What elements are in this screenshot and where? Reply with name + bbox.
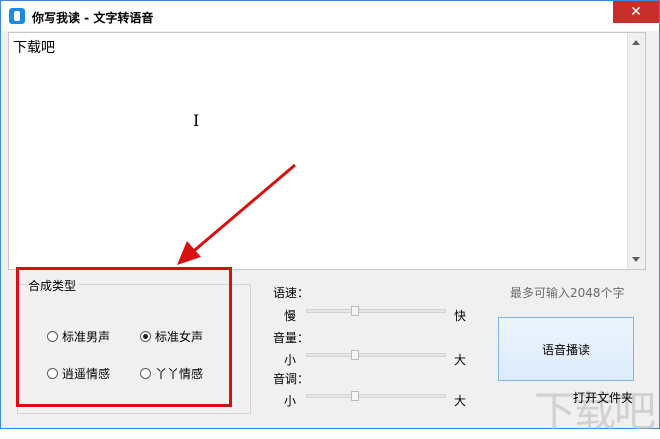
pitch-min-label: 小 (284, 394, 297, 408)
text-input-area[interactable]: 下载吧 I (8, 32, 646, 270)
pitch-label: 音调： (273, 372, 310, 386)
annotation-highlight-box (16, 267, 232, 407)
volume-min-label: 小 (284, 353, 297, 367)
volume-slider[interactable] (306, 353, 446, 357)
speed-slider-thumb[interactable] (351, 306, 359, 316)
text-cursor-icon: I (193, 111, 200, 130)
annotation-arrow-icon (177, 163, 296, 265)
volume-max-label: 大 (454, 353, 467, 367)
window-title: 你写我读 - 文字转语音 (32, 11, 154, 25)
scroll-down-icon[interactable] (632, 257, 640, 262)
app-window: 你写我读 - 文字转语音 ✕ 下载吧 I 合成类型 标准男声 标准女声 逍遥情感… (0, 0, 660, 436)
volume-label: 音量： (273, 331, 310, 345)
vertical-scrollbar[interactable] (627, 33, 645, 269)
pitch-slider[interactable] (306, 394, 446, 398)
speed-max-label: 快 (454, 309, 467, 323)
speed-label: 语速： (273, 286, 310, 300)
play-speech-button[interactable]: 语音播读 (498, 317, 634, 381)
speed-min-label: 慢 (284, 309, 297, 323)
pitch-slider-thumb[interactable] (351, 391, 359, 401)
scroll-up-icon[interactable] (632, 40, 640, 45)
open-folder-button[interactable]: 打开文件夹 (573, 389, 633, 406)
watermark-logo: 下载吧 (534, 387, 656, 436)
input-limit-text: 最多可输入2048个字 (510, 286, 625, 300)
pitch-max-label: 大 (454, 394, 467, 408)
close-button[interactable]: ✕ (613, 1, 659, 23)
volume-slider-thumb[interactable] (351, 350, 359, 360)
app-icon (9, 8, 25, 24)
speed-slider[interactable] (306, 309, 446, 313)
title-bar: 你写我读 - 文字转语音 ✕ (1, 1, 659, 31)
editor-text: 下载吧 (13, 40, 55, 56)
